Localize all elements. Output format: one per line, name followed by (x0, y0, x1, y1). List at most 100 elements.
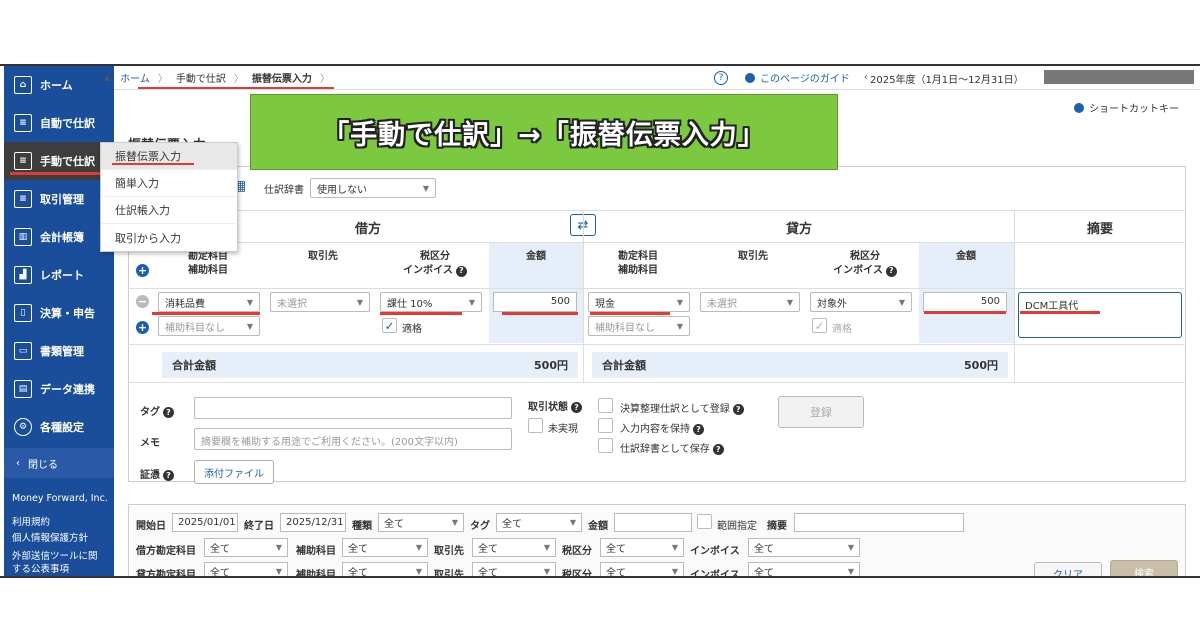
memo-input[interactable]: 摘要欄を補助する用途でご利用ください。(200文字以内) (194, 428, 512, 450)
debit-account-search-label: 借方勘定科目 (136, 546, 196, 557)
tag-label: タグ? (140, 403, 174, 418)
credit-tax-select[interactable]: 対象外 ▼ (810, 292, 912, 312)
shortcut-link[interactable]: ショートカットキー (1074, 100, 1179, 115)
register-button[interactable]: 登録 (778, 396, 864, 428)
sidebar-item-report[interactable]: ▟ レポート (4, 256, 114, 294)
type-select[interactable]: 全て ▼ (378, 513, 464, 532)
tag-search-select[interactable]: 全て ▼ (496, 513, 582, 532)
help-icon[interactable]: ? (163, 407, 174, 418)
help-icon[interactable]: ? (732, 404, 744, 415)
unrealized-checkbox[interactable] (528, 418, 543, 433)
credit-amount-input[interactable]: 500 (923, 292, 1007, 312)
debit-account-select[interactable]: 消耗品費 ▼ (158, 292, 260, 312)
credit-partner-select[interactable]: 未選択 ▼ (700, 292, 800, 312)
sidebar-item-data-link[interactable]: ▤ データ連携 (4, 370, 114, 408)
sidebar-item-home[interactable]: ⌂ ホーム (4, 66, 114, 104)
credit-invoice-search-select[interactable]: 全て ▼ (748, 562, 860, 576)
debit-account-search-select[interactable]: 全て ▼ (204, 538, 288, 557)
menu-item-journal-book[interactable]: 仕訳帳入力 (101, 197, 237, 224)
end-date-input[interactable]: 2025/12/31 (280, 513, 346, 532)
divider (583, 210, 584, 382)
help-icon[interactable]: ? (455, 265, 467, 277)
start-date-label: 開始日 (136, 521, 166, 532)
sidebar-item-auto-journal[interactable]: ≡ 自動で仕訳 (4, 104, 114, 142)
terms-link[interactable]: 利用規約 (12, 516, 50, 529)
tag-search-label: タグ (470, 521, 490, 532)
search-button[interactable]: 検索 (1110, 560, 1178, 576)
sidebar-item-ledger[interactable]: ▥ 会計帳簿 (4, 218, 114, 256)
external-tools-link[interactable]: 外部送信ツールに関 (12, 550, 98, 563)
debit-invoice-checkbox[interactable]: ✓ (382, 318, 397, 333)
manual-journal-icon: ≡ (14, 152, 32, 170)
save-dictionary-label: 仕訳辞書として保存? (620, 440, 724, 455)
breadcrumb-home[interactable]: ホーム (120, 70, 150, 85)
help-icon[interactable]: ? (712, 444, 724, 455)
add-row-icon[interactable]: + (136, 264, 149, 277)
credit-sub-search-select[interactable]: 全て ▼ (342, 562, 428, 576)
chevron-left-icon[interactable]: ‹ (864, 72, 868, 83)
credit-invoice-checkbox[interactable]: ✓ (812, 318, 827, 333)
amount-search-input[interactable] (614, 513, 692, 532)
sidebar-item-settings[interactable]: ⚙ 各種設定 (4, 408, 114, 446)
chevron-down-icon: ▼ (898, 297, 905, 307)
help-icon[interactable]: ? (163, 470, 174, 481)
chevron-down-icon: ▼ (676, 321, 683, 331)
sidebar-item-transactions[interactable]: ≡ 取引管理 (4, 180, 114, 218)
memo-search-input[interactable] (794, 513, 964, 532)
menu-item-transfer-slip[interactable]: 振替伝票入力 (101, 143, 237, 170)
debit-invoice-search-select[interactable]: 全て ▼ (748, 538, 860, 557)
credit-account-select[interactable]: 現金 ▼ (588, 292, 690, 312)
credit-tax-search-select[interactable]: 全て ▼ (600, 562, 684, 576)
collapse-icon[interactable]: ▲ (104, 73, 110, 82)
credit-account-search-select[interactable]: 全て ▼ (204, 562, 288, 576)
menu-item-simple[interactable]: 簡単入力 (101, 170, 237, 197)
chevron-down-icon: ▼ (275, 543, 282, 552)
chevron-down-icon: ▼ (569, 518, 576, 527)
add-row-icon[interactable]: + (136, 321, 149, 334)
debit-tax-search-select[interactable]: 全て ▼ (600, 538, 684, 557)
divider (128, 242, 1186, 243)
divider (128, 210, 1186, 211)
keep-input-checkbox[interactable] (598, 418, 613, 433)
range-checkbox[interactable] (697, 514, 712, 529)
fiscal-year[interactable]: 2025年度（1月1日〜12月31日） (870, 71, 1024, 86)
debit-sub-search-select[interactable]: 全て ▼ (342, 538, 428, 557)
sidebar-item-settlement[interactable]: ▯ 決算・申告 (4, 294, 114, 332)
breadcrumb-manual[interactable]: 手動で仕訳 (176, 70, 226, 85)
privacy-link[interactable]: 個人情報保護方針 (12, 532, 88, 545)
page-guide-link[interactable]: ? このページのガイド ‹ (714, 70, 868, 85)
credit-invoice-label: 適格 (832, 324, 852, 335)
closing-entry-checkbox[interactable] (598, 398, 613, 413)
start-date-input[interactable]: 2025/01/01 (172, 513, 238, 532)
external-tools-link-cont[interactable]: する公表事項 (12, 563, 69, 576)
sidebar-item-documents[interactable]: ▭ 書類管理 (4, 332, 114, 370)
highlight-underline (502, 312, 578, 315)
highlight-underline (590, 312, 670, 315)
end-date-label: 終了日 (244, 521, 274, 532)
attach-file-button[interactable]: 添付ファイル (194, 460, 274, 484)
dictionary-select[interactable]: 使用しない ▼ (310, 178, 436, 198)
memo-header: 摘要 (1087, 222, 1114, 237)
highlight-underline (152, 312, 260, 315)
clear-button[interactable]: クリア (1034, 562, 1102, 576)
credit-subaccount-select[interactable]: 補助科目なし ▼ (588, 316, 690, 336)
debit-amount-input[interactable]: 500 (493, 292, 577, 312)
credit-partner-search-select[interactable]: 全て ▼ (472, 562, 556, 576)
save-dictionary-checkbox[interactable] (598, 438, 613, 453)
debit-tax-select[interactable]: 課仕 10% ▼ (380, 292, 482, 312)
divider (128, 288, 1186, 289)
tag-input[interactable] (194, 397, 512, 419)
memo-textarea[interactable]: DCM工具代 (1018, 292, 1182, 338)
menu-item-from-transaction[interactable]: 取引から入力 (101, 224, 237, 251)
help-icon[interactable]: ? (885, 265, 897, 277)
debit-subaccount-select[interactable]: 補助科目なし ▼ (158, 316, 260, 336)
help-icon[interactable]: ? (693, 424, 704, 435)
debit-partner-select[interactable]: 未選択 ▼ (270, 292, 370, 312)
chevron-down-icon: ▼ (451, 518, 458, 527)
guide-dot-icon (745, 72, 755, 83)
help-icon[interactable]: ? (571, 402, 582, 413)
sidebar-close-button[interactable]: ‹ 閉じる (4, 448, 114, 478)
debit-partner-search-select[interactable]: 全て ▼ (472, 538, 556, 557)
chevron-down-icon: ▼ (543, 567, 550, 576)
remove-row-icon[interactable]: − (136, 295, 149, 308)
